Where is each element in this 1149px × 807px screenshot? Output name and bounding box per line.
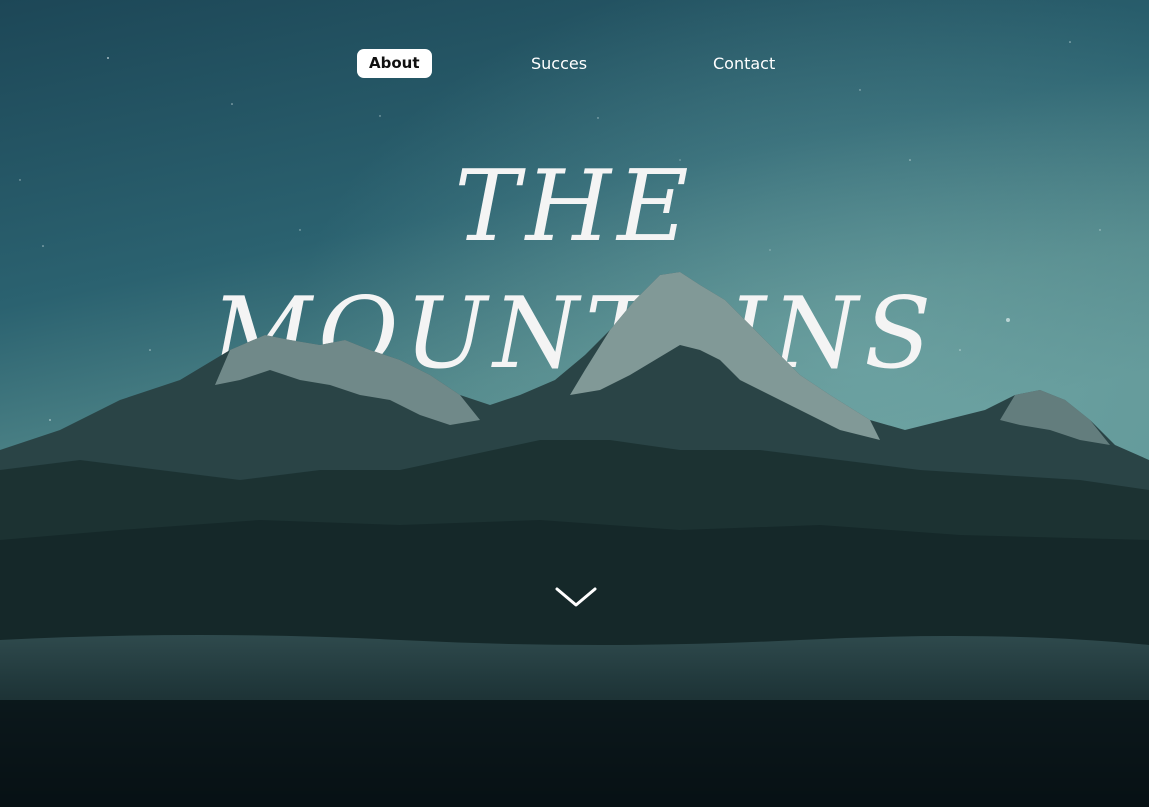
hero-title-line-2: MOUNTAINS: [211, 277, 938, 391]
chevron-down-icon[interactable]: [553, 585, 599, 611]
nav-link-contact[interactable]: Contact: [713, 49, 775, 78]
hero-page: About Succes Contact THE MOUNTAINS: [0, 0, 1149, 807]
main-nav: About Succes Contact: [0, 49, 1149, 79]
nav-link-about[interactable]: About: [357, 49, 432, 78]
hero-title-line-1: THE: [454, 150, 695, 264]
nav-link-succes[interactable]: Succes: [531, 49, 587, 78]
mountain-background: [0, 0, 1149, 807]
